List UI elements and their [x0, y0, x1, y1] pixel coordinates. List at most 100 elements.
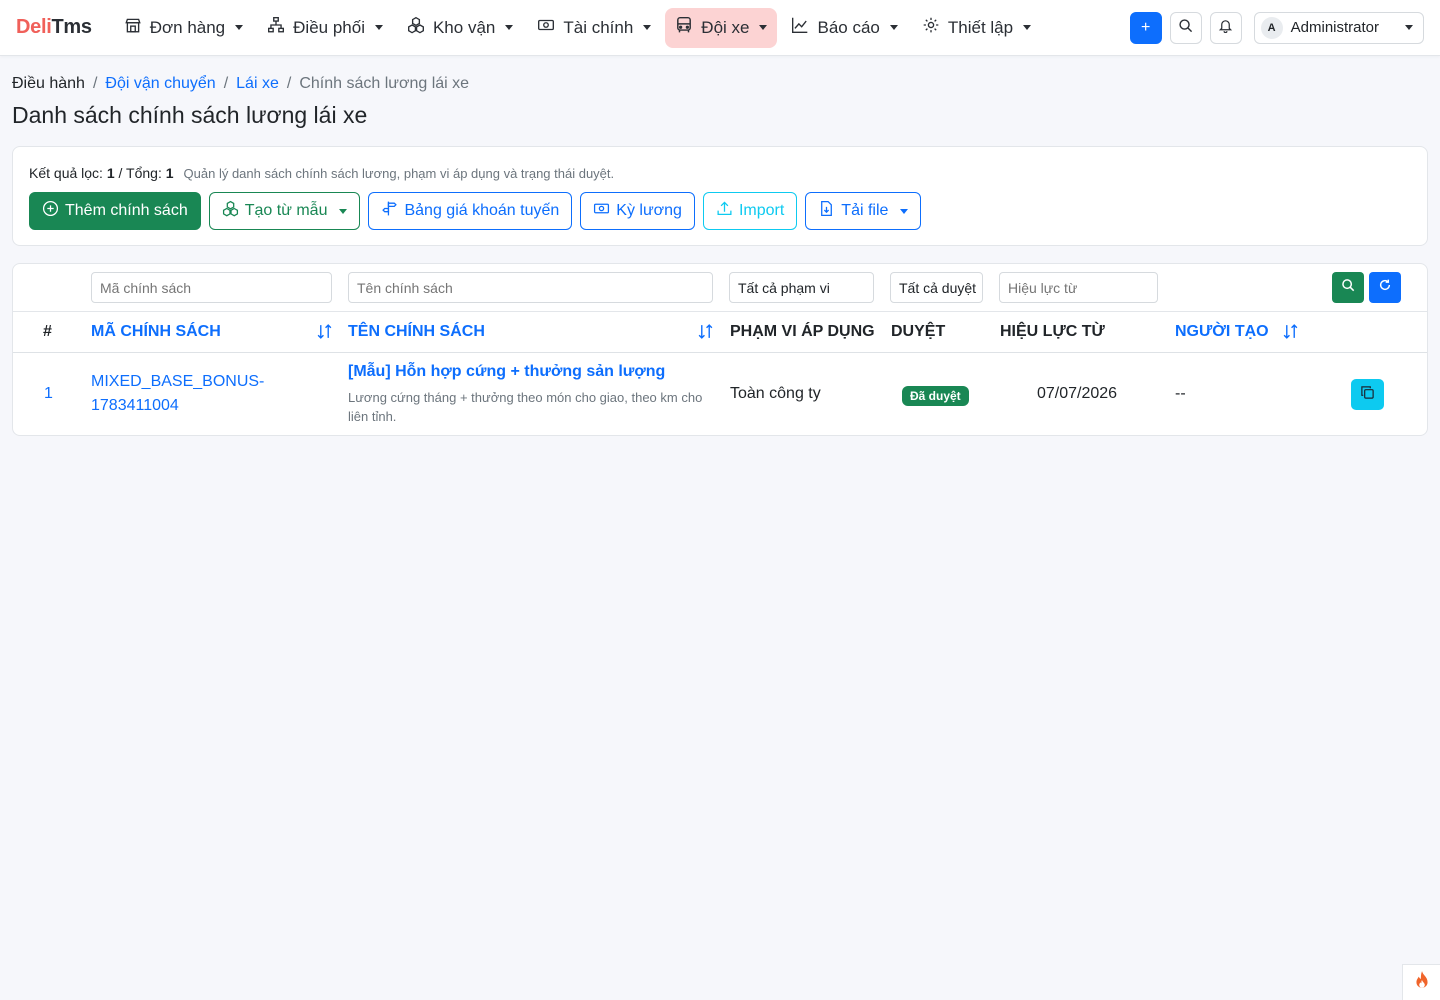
boxes-icon: [222, 200, 239, 222]
user-name: Administrator: [1290, 19, 1379, 36]
nav-fleet-label: Đội xe: [701, 17, 750, 37]
column-scope: Phạm vi áp dụng: [730, 323, 875, 340]
policy-code-line2: 1783411004: [91, 397, 179, 414]
filter-result: Kết quả lọc: 1 / Tổng: 1: [29, 165, 174, 181]
code-filter-input[interactable]: [91, 272, 332, 303]
column-effective: Hiệu lực từ: [1000, 323, 1105, 340]
toolbar-buttons: Thêm chính sách Tạo từ mẫu Bảng giá khoá…: [29, 192, 1411, 230]
policy-table-card: Tất cả phạm vi Tất cả duyệt # Mã chính s…: [12, 263, 1428, 436]
route-price-table-button[interactable]: Bảng giá khoán tuyến: [368, 192, 573, 230]
apply-filter-button[interactable]: [1332, 272, 1364, 303]
duplicate-policy-button[interactable]: [1351, 379, 1384, 410]
create-from-template-button[interactable]: Tạo từ mẫu: [208, 192, 361, 230]
top-navbar: DeliTms Đơn hàng Điều phối Kho vận Tài c…: [0, 0, 1440, 56]
column-name[interactable]: Tên chính sách: [348, 323, 485, 341]
result-summary: Kết quả lọc: 1 / Tổng: 1 Quản lý danh sá…: [29, 165, 1411, 181]
row-index: 1: [44, 385, 53, 402]
nav-dispatch-label: Điều phối: [293, 17, 365, 37]
scope-filter-select[interactable]: Tất cả phạm vi: [729, 272, 874, 303]
copy-icon: [1360, 385, 1375, 405]
column-code[interactable]: Mã chính sách: [91, 323, 221, 341]
bus-icon: [675, 16, 693, 39]
column-creator[interactable]: Người tạo: [1175, 323, 1269, 341]
signpost-icon: [381, 200, 398, 222]
create-from-template-label: Tạo từ mẫu: [244, 202, 328, 219]
reset-filter-button[interactable]: [1369, 272, 1401, 303]
brand-logo[interactable]: DeliTms: [16, 16, 92, 39]
name-filter-input[interactable]: [348, 272, 713, 303]
nav-settings[interactable]: Thiết lập: [912, 8, 1041, 48]
brand-part1: Deli: [16, 16, 52, 38]
chevron-down-icon: [643, 25, 652, 30]
nav-warehouse[interactable]: Kho vận: [397, 8, 523, 48]
cash-icon: [593, 200, 610, 222]
chevron-down-icon: [1023, 25, 1032, 30]
breadcrumb-fleet[interactable]: Đội vận chuyển: [105, 75, 215, 93]
notifications-button[interactable]: [1209, 11, 1242, 44]
nav-settings-label: Thiết lập: [947, 17, 1014, 37]
chevron-down-icon: [339, 208, 348, 214]
total-label: / Tổng:: [118, 165, 162, 181]
policy-code-line1: MIXED_BASE_BONUS-: [91, 373, 265, 390]
chevron-down-icon: [235, 25, 244, 30]
policy-scope: Toàn công ty: [730, 385, 821, 402]
policy-name-cell: [Mẫu] Hỗn hợp cứng + thưởng sản lượng Lư…: [348, 363, 718, 426]
breadcrumb-separator: /: [286, 75, 292, 92]
nav-actions: + A Administrator: [1129, 11, 1424, 44]
approval-filter-value: Tất cả duyệt: [899, 279, 977, 296]
import-button[interactable]: Import: [702, 192, 798, 230]
breadcrumb-separator: /: [92, 75, 98, 92]
add-policy-label: Thêm chính sách: [65, 202, 188, 219]
nav-orders-label: Đơn hàng: [149, 17, 226, 37]
policy-creator: --: [1175, 385, 1186, 402]
bell-icon: [1218, 18, 1233, 38]
search-button[interactable]: [1169, 11, 1202, 44]
breadcrumb-root[interactable]: Điều hành: [12, 75, 85, 93]
nav-dispatch[interactable]: Điều phối: [257, 8, 393, 48]
sort-icon[interactable]: [697, 323, 714, 345]
policy-name-link[interactable]: [Mẫu] Hỗn hợp cứng + thưởng sản lượng: [348, 363, 718, 381]
breadcrumb-separator: /: [223, 75, 229, 92]
effective-date-filter-input[interactable]: [999, 272, 1158, 303]
upload-icon: [716, 200, 733, 222]
diagram-icon: [267, 16, 285, 39]
breadcrumb-drivers[interactable]: Lái xe: [236, 75, 279, 93]
nav-finance-label: Tài chính: [563, 17, 634, 37]
nav-fleet[interactable]: Đội xe: [665, 7, 778, 48]
total-count: 1: [165, 165, 174, 181]
debug-toolbar-toggle[interactable]: [1402, 964, 1440, 1000]
sort-icon[interactable]: [1282, 323, 1299, 345]
shop-icon: [124, 16, 142, 39]
toolbar-card: Kết quả lọc: 1 / Tổng: 1 Quản lý danh sá…: [12, 146, 1428, 246]
chevron-down-icon: [374, 25, 383, 30]
scope-filter-value: Tất cả phạm vi: [738, 279, 830, 296]
add-policy-button[interactable]: Thêm chính sách: [29, 192, 201, 230]
download-file-button[interactable]: Tải file: [805, 192, 922, 230]
pay-period-button[interactable]: Kỳ lương: [580, 192, 695, 230]
chevron-down-icon: [759, 25, 768, 30]
breadcrumb-current: Chính sách lương lái xe: [299, 75, 470, 92]
quick-add-button[interactable]: +: [1129, 11, 1162, 44]
status-badge: Đã duyệt: [902, 386, 969, 406]
plus-circle-icon: [42, 200, 59, 222]
nav-orders[interactable]: Đơn hàng: [114, 8, 253, 48]
sort-icon[interactable]: [316, 323, 333, 345]
route-price-table-label: Bảng giá khoán tuyến: [404, 202, 560, 219]
approval-filter-select[interactable]: Tất cả duyệt: [890, 272, 983, 303]
chart-line-icon: [791, 16, 809, 39]
policy-description: Lương cứng tháng + thưởng theo món cho g…: [348, 390, 703, 424]
breadcrumb: Điều hành / Đội vận chuyển / Lái xe / Ch…: [12, 75, 469, 93]
file-download-icon: [818, 200, 835, 222]
user-menu-button[interactable]: A Administrator: [1253, 11, 1424, 44]
nav-finance[interactable]: Tài chính: [527, 8, 661, 48]
nav-reports-label: Báo cáo: [817, 17, 880, 37]
table-header: # Mã chính sách Tên chính sách Phạm vi á…: [13, 312, 1427, 353]
filter-result-count: 1: [106, 165, 115, 181]
policy-code-link[interactable]: MIXED_BASE_BONUS- 1783411004: [91, 370, 264, 418]
table-row: 1 MIXED_BASE_BONUS- 1783411004 [Mẫu] Hỗn…: [13, 353, 1427, 435]
filter-result-label: Kết quả lọc:: [29, 165, 103, 181]
avatar: A: [1260, 16, 1283, 39]
nav-warehouse-label: Kho vận: [432, 17, 496, 37]
download-file-label: Tải file: [841, 202, 889, 219]
nav-reports[interactable]: Báo cáo: [781, 8, 907, 48]
